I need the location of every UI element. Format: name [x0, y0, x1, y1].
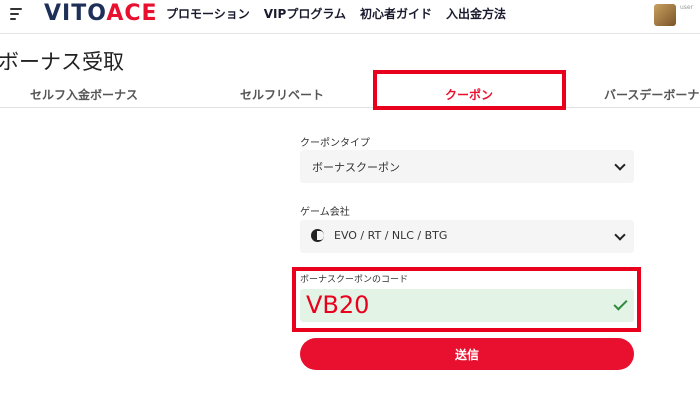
highlight-box-coupon-code [292, 267, 641, 332]
provider-value: EVO / RT / NLC / BTG [334, 229, 448, 242]
tab-self-rebate[interactable]: セルフリベート [240, 86, 324, 103]
main-nav: プロモーション VIPプログラム 初心者ガイド 入出金方法 [166, 5, 506, 22]
coupon-type-select[interactable]: ボーナスクーポン [300, 150, 634, 183]
highlight-box-coupon-tab [373, 70, 566, 110]
bonus-tabs: セルフ入金ボーナス セルフリベート クーポン バースデーボーナス [0, 82, 700, 109]
chevron-down-icon [614, 159, 626, 171]
tab-self-deposit-bonus[interactable]: セルフ入金ボーナス [30, 86, 138, 103]
provider-logo-icon [311, 229, 324, 242]
coupon-type-label: クーポンタイプ [300, 138, 370, 149]
provider-label: ゲーム会社 [300, 207, 350, 218]
page-title: ボーナス受取 [0, 50, 124, 74]
nav-item-vip[interactable]: VIPプログラム [264, 5, 346, 22]
hamburger-menu-icon[interactable] [10, 8, 24, 22]
nav-item-beginner-guide[interactable]: 初心者ガイド [360, 5, 432, 22]
nav-item-payment[interactable]: 入出金方法 [446, 5, 506, 22]
top-header: VITOACE プロモーション VIPプログラム 初心者ガイド 入出金方法 us… [0, 0, 700, 34]
avatar[interactable] [654, 4, 676, 26]
username: user [680, 4, 694, 11]
chevron-down-icon [614, 229, 626, 241]
tab-birthday-bonus[interactable]: バースデーボーナス [604, 86, 700, 103]
nav-item-promotion[interactable]: プロモーション [166, 5, 250, 22]
site-logo[interactable]: VITOACE [44, 1, 158, 26]
provider-select[interactable]: EVO / RT / NLC / BTG [300, 220, 634, 253]
submit-button[interactable]: 送信 [300, 338, 634, 370]
coupon-type-value: ボーナスクーポン [312, 161, 400, 174]
